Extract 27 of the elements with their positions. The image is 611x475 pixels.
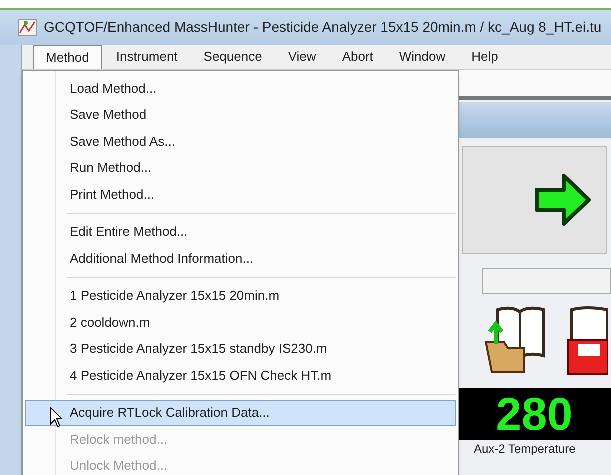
menu-item[interactable]: Window (387, 45, 458, 69)
menu-entry[interactable]: Additional Method Information... (25, 245, 456, 272)
menu-entry[interactable]: 4 Pesticide Analyzer 15x15 OFN Check HT.m (25, 362, 456, 388)
mouse-cursor-icon (50, 407, 64, 429)
temperature-label: Aux-2 Temperature (473, 441, 577, 458)
menu-item[interactable]: Instrument (104, 45, 190, 69)
window-title: GCQTOF/Enhanced MassHunter - Pesticide Analyzer 15x15 20min.m / kc_Aug 8_HT.ei.tu (44, 18, 602, 37)
arrow-right-icon[interactable] (534, 173, 592, 227)
input-field[interactable] (482, 268, 611, 294)
menu-item[interactable]: View (276, 45, 328, 69)
menu-item[interactable]: Method (33, 45, 102, 69)
menu-entry[interactable]: Load Method... (25, 75, 456, 102)
book-save-icon[interactable] (566, 304, 608, 376)
menu-entry[interactable]: 2 cooldown.m (25, 309, 456, 336)
menu-entry[interactable]: 1 Pesticide Analyzer 15x15 20min.m (25, 282, 456, 309)
temperature-value: 280 (496, 391, 573, 437)
menu-entry[interactable]: Save Method As... (25, 128, 456, 154)
menu-entry[interactable]: Print Method... (25, 181, 456, 208)
menu-entry[interactable]: 3 Pesticide Analyzer 15x15 standby IS230.m (25, 336, 456, 362)
menu-entry[interactable]: Acquire RTLock Calibration Data... (25, 400, 456, 426)
menu-item[interactable]: Abort (330, 45, 386, 69)
app-icon (18, 18, 38, 36)
menu-entry[interactable]: Save Method (25, 102, 456, 128)
menu-item[interactable]: Sequence (192, 45, 274, 69)
menu-entry[interactable]: Run Method... (25, 154, 456, 181)
menu-item[interactable]: Help (460, 45, 510, 69)
menu-entry[interactable]: Edit Entire Method... (25, 218, 456, 245)
